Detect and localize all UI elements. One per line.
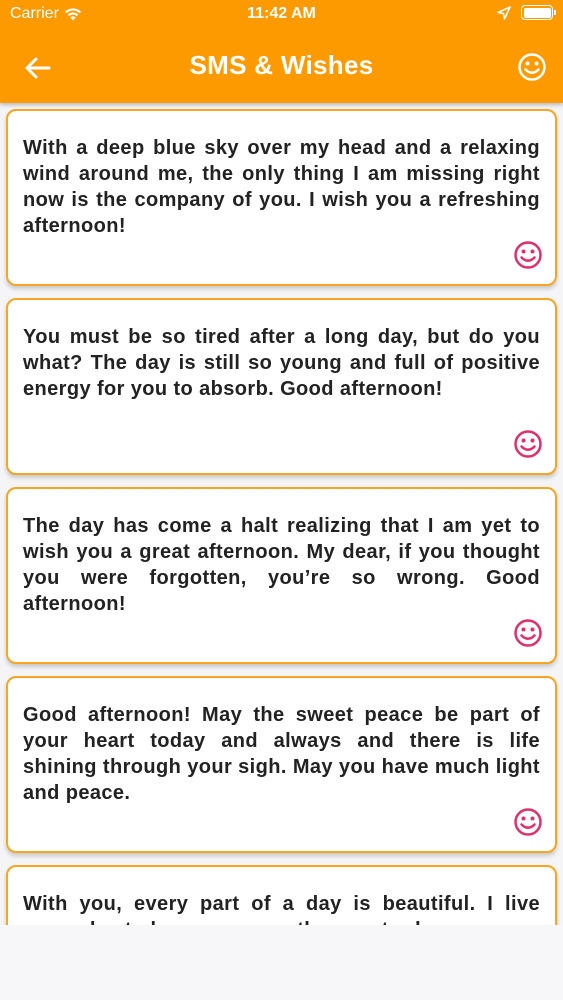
battery-icon [521, 5, 556, 20]
wish-text: Good afternoon! May the sweet peace be p… [23, 704, 540, 804]
wish-text: You must be so tired after a long day, b… [23, 326, 540, 400]
smiley-button[interactable] [515, 50, 549, 84]
app-header: Carrier 11:42 AM SMS & Wishes [0, 0, 563, 103]
battery-fill [523, 7, 551, 18]
screen: Carrier 11:42 AM SMS & Wishes With a dee… [0, 0, 563, 1000]
wish-card[interactable]: Good afternoon! May the sweet peace be p… [6, 676, 557, 853]
smiley-icon [518, 53, 546, 81]
smiley-icon [514, 430, 542, 458]
smiley-icon [514, 241, 542, 269]
bottom-safe-area [0, 925, 563, 1000]
wishes-list[interactable]: With a deep blue sky over my head and a … [0, 103, 563, 925]
location-arrow-icon [497, 5, 511, 20]
wish-card[interactable]: With a deep blue sky over my head and a … [6, 109, 557, 286]
wish-text: With you, every part of a day is beautif… [23, 893, 540, 925]
smiley-icon [514, 619, 542, 647]
card-smiley-button[interactable] [513, 429, 543, 459]
status-right-group [497, 5, 556, 20]
page-title: SMS & Wishes [189, 50, 374, 80]
wish-text: The day has come a halt realizing that I… [23, 515, 540, 615]
wish-card[interactable]: The day has come a halt realizing that I… [6, 487, 557, 664]
status-bar: Carrier 11:42 AM [0, 0, 563, 30]
smiley-icon [514, 808, 542, 836]
nav-bar: SMS & Wishes [0, 30, 563, 103]
wish-card[interactable]: You must be so tired after a long day, b… [6, 298, 557, 475]
card-smiley-button[interactable] [513, 240, 543, 270]
card-smiley-button[interactable] [513, 618, 543, 648]
card-smiley-button[interactable] [513, 807, 543, 837]
wish-card[interactable]: With you, every part of a day is beautif… [6, 865, 557, 925]
wish-text: With a deep blue sky over my head and a … [23, 137, 540, 237]
status-time: 11:42 AM [247, 5, 316, 22]
